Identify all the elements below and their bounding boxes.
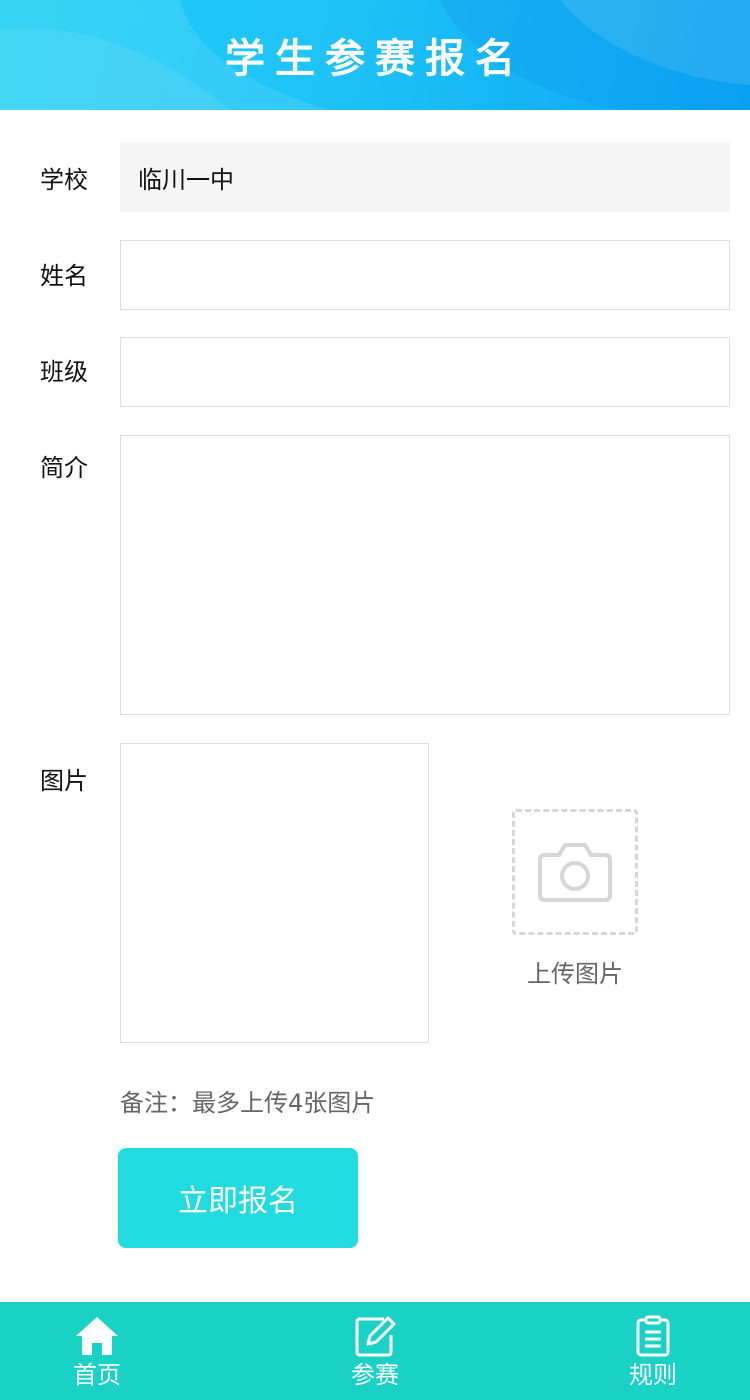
intro-textarea[interactable]	[120, 435, 730, 715]
tab-home[interactable]: 首页	[37, 1302, 157, 1400]
upload-image-label: 上传图片	[527, 960, 623, 988]
school-field[interactable]	[120, 142, 730, 212]
image-preview-box[interactable]	[120, 743, 429, 1043]
name-label: 姓名	[40, 262, 88, 290]
upload-note: 备注：最多上传4张图片	[120, 1089, 376, 1117]
class-label: 班级	[40, 358, 88, 386]
image-label: 图片	[40, 767, 88, 795]
home-icon	[76, 1317, 118, 1355]
upload-image-button[interactable]	[512, 809, 638, 935]
tab-rules-label: 规则	[629, 1361, 677, 1389]
page-title: 学生参赛报名	[225, 36, 525, 82]
header-banner: 学生参赛报名	[0, 0, 750, 110]
edit-icon	[355, 1316, 396, 1357]
document-icon	[636, 1315, 670, 1357]
bottom-tabbar: 首页 参赛 规则	[0, 1302, 750, 1400]
camera-icon	[538, 843, 612, 902]
tab-rules[interactable]: 规则	[593, 1302, 713, 1400]
class-input[interactable]	[120, 337, 730, 407]
school-label: 学校	[40, 166, 88, 194]
tab-home-label: 首页	[73, 1361, 121, 1389]
tab-participate-label: 参赛	[351, 1361, 399, 1389]
intro-label: 简介	[40, 454, 88, 482]
submit-button[interactable]: 立即报名	[118, 1148, 358, 1248]
tab-participate[interactable]: 参赛	[315, 1302, 435, 1400]
name-input[interactable]	[120, 240, 730, 310]
